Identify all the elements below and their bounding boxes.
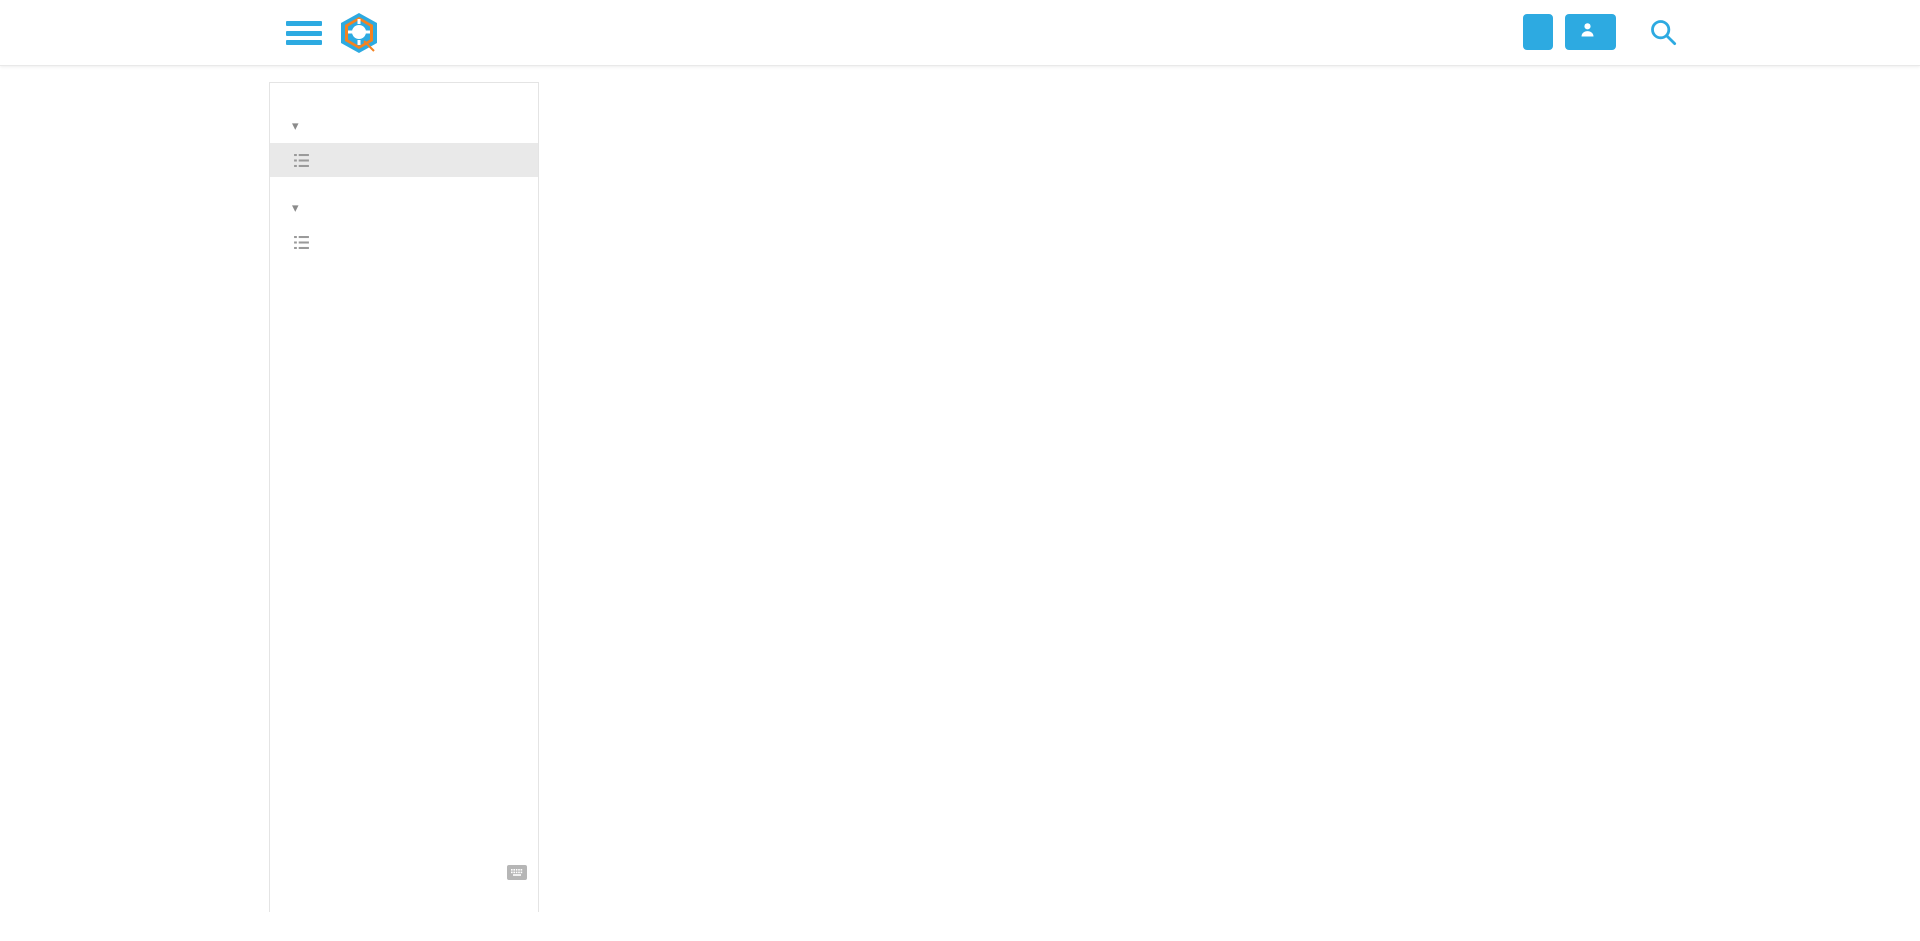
hamburger-bar bbox=[286, 30, 322, 36]
main-content bbox=[570, 82, 1640, 144]
site-logo-icon bbox=[338, 11, 380, 55]
hamburger-bar bbox=[286, 21, 322, 26]
sidebar-item-all-tags[interactable] bbox=[270, 225, 538, 259]
login-button[interactable] bbox=[1565, 14, 1616, 50]
filter-bar bbox=[570, 82, 1640, 126]
sidebar-item-all-categories[interactable] bbox=[270, 143, 538, 177]
sidebar-section-categories[interactable]: ▾ bbox=[270, 109, 538, 143]
hamburger-menu-icon[interactable] bbox=[286, 18, 322, 48]
hamburger-bar bbox=[286, 40, 322, 45]
header-actions bbox=[1523, 14, 1680, 50]
site-header bbox=[0, 0, 1920, 66]
signup-button[interactable] bbox=[1523, 14, 1553, 50]
user-icon bbox=[1580, 22, 1595, 42]
list-icon bbox=[292, 233, 310, 251]
sidebar-section-tags[interactable]: ▾ bbox=[270, 191, 538, 225]
chevron-down-icon: ▾ bbox=[292, 118, 299, 133]
chevron-down-icon: ▾ bbox=[292, 200, 299, 215]
brand-home-link[interactable] bbox=[338, 11, 390, 55]
sidebar: ▾ ▾ bbox=[269, 82, 539, 912]
list-icon bbox=[292, 151, 310, 169]
search-icon[interactable] bbox=[1646, 15, 1680, 49]
keyboard-icon[interactable] bbox=[507, 865, 527, 880]
